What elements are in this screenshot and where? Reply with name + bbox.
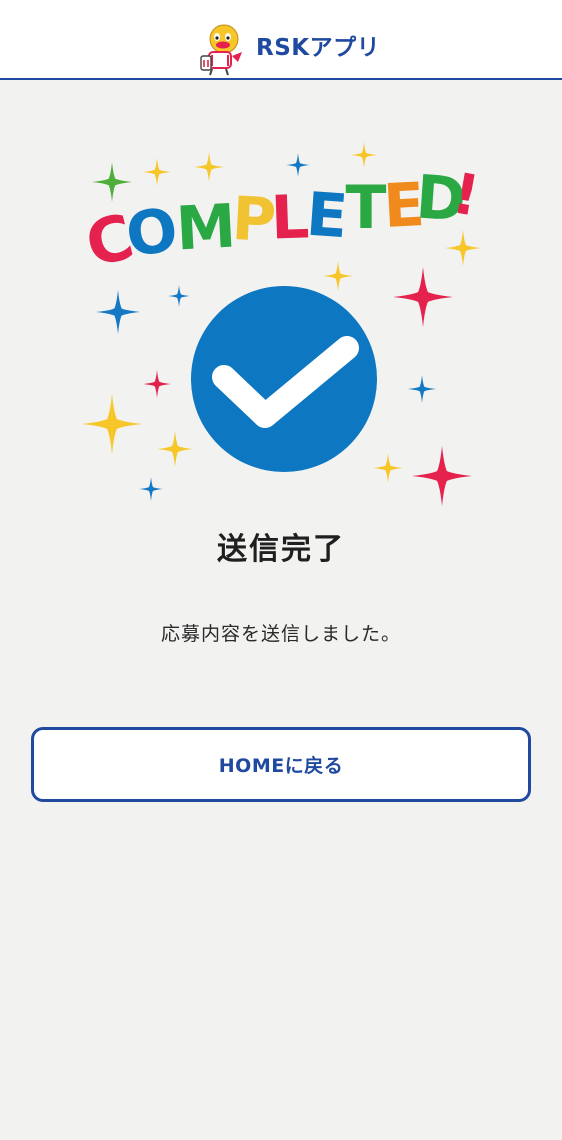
sparkle-icon [168, 285, 190, 307]
sparkle-icon [96, 290, 140, 334]
sparkle-icon [408, 375, 436, 403]
sparkle-icon [194, 152, 224, 182]
sparkle-icon [412, 446, 472, 506]
completed-letter: D [414, 162, 469, 235]
sparkle-icon [286, 153, 310, 177]
completed-letter: T [346, 173, 387, 243]
sparkle-icon [82, 394, 142, 454]
sparkle-icon [143, 370, 171, 398]
completed-letter: M [174, 191, 237, 264]
completed-letter: E [304, 180, 350, 253]
sparkle-icon [373, 453, 403, 483]
sparkle-icon [139, 477, 163, 501]
sparkle-icon [143, 158, 171, 186]
completed-letter: L [270, 182, 311, 253]
sparkle-icon [323, 261, 353, 291]
completed-letter: C [79, 200, 141, 282]
sparkle-icon [92, 162, 132, 202]
home-button[interactable]: HOMEに戻る [31, 727, 531, 802]
status-title: 送信完了 [217, 532, 345, 567]
rsk-mascot-logo-icon [200, 24, 242, 76]
sparkle-icon [157, 431, 193, 467]
status-message: 応募内容を送信しました。 [160, 623, 401, 645]
checkmark-icon [212, 336, 359, 428]
completed-letter: E [382, 170, 427, 242]
completed-letter: ! [448, 161, 484, 229]
sparkle-icon [393, 267, 453, 327]
sparkles-group [82, 142, 481, 506]
completed-letter: P [230, 184, 278, 256]
app-title: RSKアプリ [256, 35, 381, 61]
completed-banner-text: COMPLETED! [79, 161, 484, 281]
sparkle-icon [351, 142, 377, 168]
completed-letter: O [122, 195, 182, 271]
sparkle-icon [445, 230, 481, 266]
app-header: RSKアプリ [0, 0, 562, 80]
check-circle [191, 286, 377, 472]
